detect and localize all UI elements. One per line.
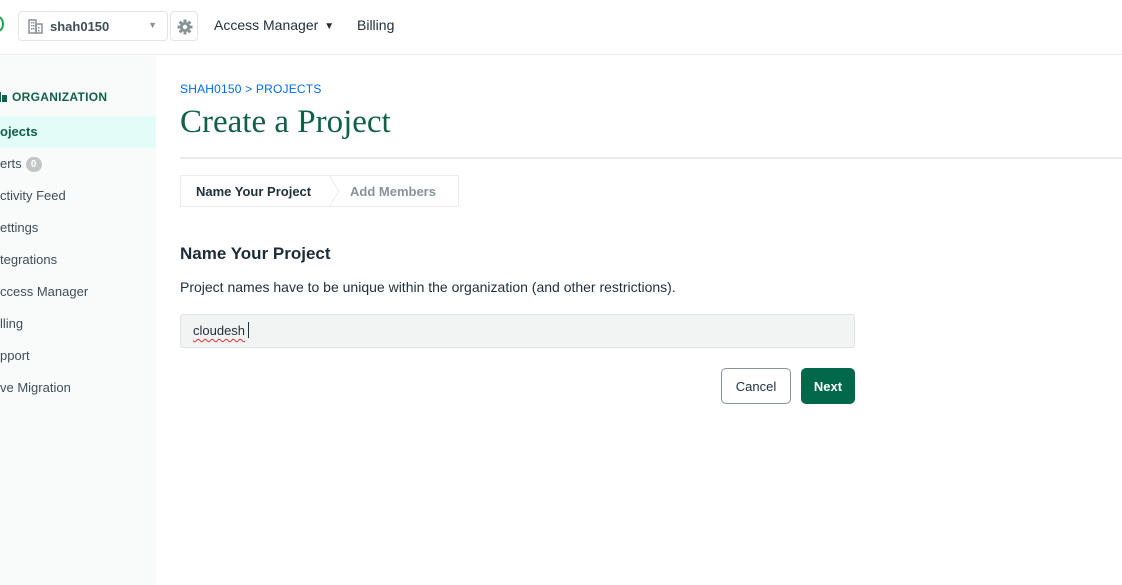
sidebar-item-label: ve Migration — [0, 380, 71, 395]
sidebar-item-label: ccess Manager — [0, 284, 89, 299]
wizard-steps: Name Your Project Add Members — [180, 175, 459, 207]
sidebar-heading: ORGANIZATION — [0, 90, 107, 108]
nav-access-manager[interactable]: Access Manager ▼ — [214, 17, 334, 33]
organization-name: shah0150 — [50, 19, 110, 34]
sidebar-item-label: lling — [0, 316, 24, 331]
sidebar-item-activity-feed[interactable]: ctivity Feed — [0, 180, 156, 212]
cancel-button[interactable]: Cancel — [721, 368, 791, 404]
sidebar-item-support[interactable]: pport — [0, 340, 156, 372]
sidebar-item-label: ctivity Feed — [0, 188, 66, 203]
sidebar-item-label: ettings — [0, 220, 39, 235]
sidebar-item-integrations[interactable]: tegrations — [0, 244, 156, 276]
step-add-members[interactable]: Add Members — [350, 184, 436, 199]
building-icon — [0, 91, 8, 102]
breadcrumb[interactable]: SHAH0150 > PROJECTS — [180, 82, 322, 96]
next-button[interactable]: Next — [801, 368, 855, 404]
alerts-count-badge: 0 — [25, 157, 42, 172]
top-navigation-bar: shah0150 ▼ Access Manager ▼ Billing — [0, 0, 1122, 55]
step-name-your-project[interactable]: Name Your Project — [196, 184, 311, 199]
sidebar-item-billing[interactable]: lling — [0, 308, 156, 340]
sidebar: ORGANIZATION ojects erts 0 ctivity Feed e… — [0, 56, 156, 585]
sidebar-heading-label: ORGANIZATION — [12, 90, 108, 104]
step-separator-chevron — [328, 175, 340, 207]
project-name-value: cloudesh — [193, 323, 246, 338]
building-icon — [28, 19, 44, 39]
page-title: Create a Project — [180, 104, 391, 140]
chevron-down-icon: ▼ — [148, 20, 157, 30]
mongodb-logo-icon[interactable] — [0, 16, 4, 32]
sidebar-item-label: ojects — [0, 124, 38, 139]
sidebar-item-access-manager[interactable]: ccess Manager — [0, 276, 156, 308]
sidebar-item-alerts[interactable]: erts 0 — [0, 148, 156, 180]
section-title: Name Your Project — [180, 244, 331, 263]
organization-selector[interactable]: shah0150 ▼ — [18, 11, 168, 41]
sidebar-item-label: erts — [0, 156, 22, 171]
gear-icon — [177, 19, 193, 35]
text-cursor — [248, 322, 249, 338]
sidebar-item-settings[interactable]: ettings — [0, 212, 156, 244]
nav-billing[interactable]: Billing — [357, 17, 394, 33]
section-description: Project names have to be unique within t… — [180, 279, 676, 295]
sidebar-item-label: tegrations — [0, 252, 58, 267]
organization-settings-button[interactable] — [170, 11, 198, 41]
sidebar-item-live-migration[interactable]: ve Migration — [0, 372, 156, 404]
divider — [180, 157, 1122, 159]
project-name-input[interactable] — [180, 314, 855, 348]
sidebar-item-projects[interactable]: ojects — [0, 116, 156, 148]
nav-access-manager-label: Access Manager — [214, 17, 319, 33]
sidebar-item-label: pport — [0, 348, 30, 363]
caret-down-icon: ▼ — [324, 21, 335, 32]
